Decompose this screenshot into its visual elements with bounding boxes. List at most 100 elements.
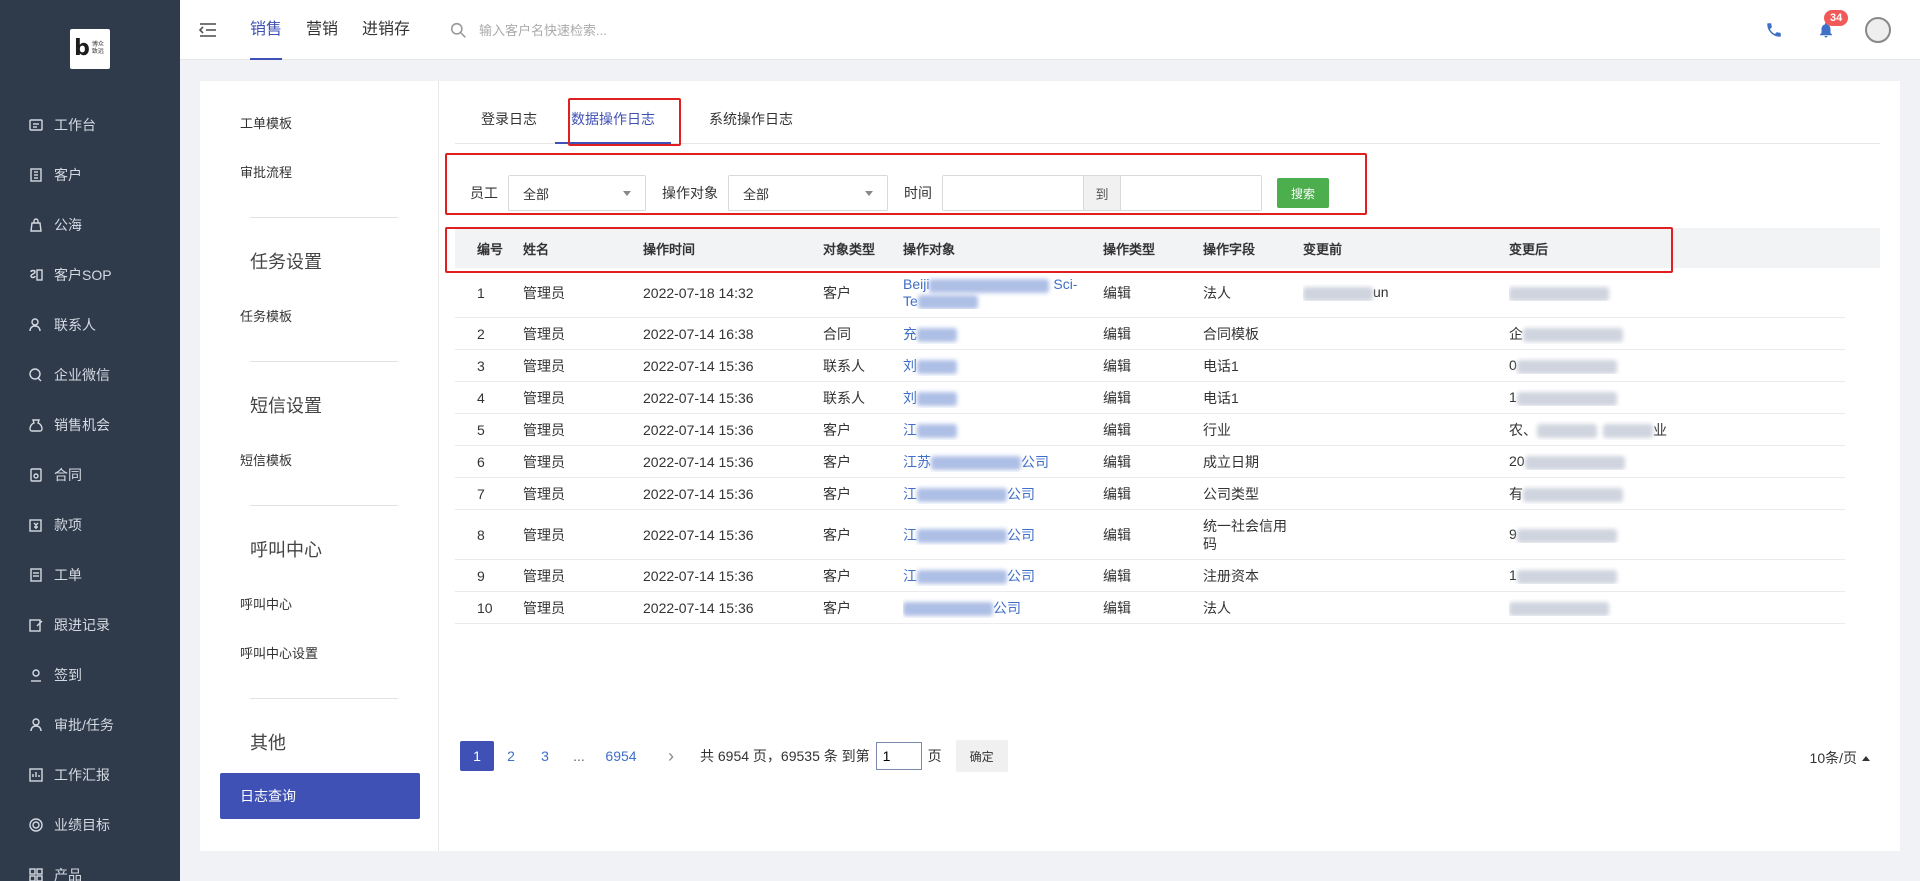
object-link[interactable]: 江苏 — [903, 454, 931, 470]
sidebar-item[interactable]: 业绩目标 — [0, 800, 180, 850]
chevron-down-icon — [865, 190, 873, 196]
object-label: 操作对象 — [662, 185, 718, 201]
sidebar-item[interactable]: 款项 — [0, 500, 180, 550]
object-link[interactable]: 江 — [903, 527, 917, 543]
object-link[interactable]: 江 — [903, 486, 917, 502]
page-size-select[interactable]: 10条/页 — [1810, 748, 1870, 768]
sidebar-item[interactable]: 客户 — [0, 150, 180, 200]
cell-op-type: 编辑 — [1103, 526, 1131, 543]
cell-object: 公司 — [903, 598, 1103, 618]
tab-marketing[interactable]: 营销 — [306, 0, 338, 60]
sidebar-item-label: 公海 — [54, 217, 82, 233]
cell-after: 0 — [1509, 357, 1845, 374]
submenu-log-query[interactable]: 日志查询 — [220, 773, 420, 819]
page-2[interactable]: 2 — [494, 741, 528, 771]
table-row[interactable]: 3 管理员 2022-07-14 15:36 联系人 刘 编辑 电话1 0 — [455, 350, 1845, 382]
object-link[interactable]: 江 — [903, 422, 917, 438]
sidebar-item[interactable]: 审批/任务 — [0, 700, 180, 750]
start-date-input[interactable] — [943, 176, 1083, 210]
user-avatar[interactable] — [1864, 16, 1892, 44]
object-link-tail[interactable]: 公司 — [1007, 486, 1035, 502]
cell-field: 行业 — [1203, 421, 1231, 438]
search-button[interactable]: 搜索 — [1277, 178, 1329, 208]
cell-object: 江 公司 — [903, 525, 1103, 545]
cell-time: 2022-07-14 16:38 — [643, 325, 754, 342]
object-link[interactable]: 刘 — [903, 358, 917, 374]
end-date-input[interactable] — [1121, 176, 1261, 210]
bell-icon[interactable]: 34 — [1812, 10, 1849, 44]
cell-field: 法人 — [1203, 599, 1231, 616]
cell-time: 2022-07-14 15:36 — [643, 526, 754, 543]
submenu-work-order-template[interactable]: 工单模板 — [240, 113, 292, 132]
sidebar-item-label: 产品 — [54, 867, 82, 881]
sidebar-item[interactable]: 公海 — [0, 200, 180, 250]
tab-login-log[interactable]: 登录日志 — [481, 109, 537, 144]
object-link-tail[interactable]: 公司 — [993, 600, 1021, 616]
log-tabs: 登录日志 数据操作日志 系统操作日志 — [455, 81, 1880, 144]
search-input[interactable] — [479, 22, 699, 38]
menu-collapse-icon[interactable] — [198, 20, 218, 40]
submenu-task-template[interactable]: 任务模板 — [240, 306, 292, 325]
cell-field: 法人 — [1203, 284, 1231, 301]
employee-select[interactable]: 全部 — [508, 175, 646, 211]
app-logo[interactable]: b 博众致远 — [70, 29, 110, 69]
object-link-line2[interactable]: Te — [903, 293, 918, 309]
table-row[interactable]: 10 管理员 2022-07-14 15:36 客户 公司 编辑 法人 — [455, 592, 1845, 624]
avatar-icon — [1865, 17, 1891, 43]
cell-object: Beiji Sci- Te — [903, 276, 1103, 309]
page-last[interactable]: 6954 — [596, 741, 646, 771]
tab-data-operation-log[interactable]: 数据操作日志 — [555, 109, 671, 144]
cell-time: 2022-07-14 15:36 — [643, 389, 754, 406]
tab-inventory[interactable]: 进销存 — [362, 0, 410, 60]
object-link-tail[interactable]: 公司 — [1007, 527, 1035, 543]
submenu-call-center[interactable]: 呼叫中心 — [240, 594, 292, 613]
page-3[interactable]: 3 — [528, 741, 562, 771]
sidebar-item[interactable]: 签到 — [0, 650, 180, 700]
submenu-sms-template[interactable]: 短信模板 — [240, 450, 292, 469]
page-jump-confirm-button[interactable]: 确定 — [955, 740, 1008, 772]
sidebar-item[interactable]: 联系人 — [0, 300, 180, 350]
page-1[interactable]: 1 — [460, 741, 494, 771]
object-link[interactable]: Beiji — [903, 276, 929, 292]
table-row[interactable]: 4 管理员 2022-07-14 15:36 联系人 刘 编辑 电话1 1 — [455, 382, 1845, 414]
cell-field: 统一社会信用码 — [1203, 517, 1287, 552]
table-row[interactable]: 1 管理员 2022-07-18 14:32 客户 Beiji Sci- Te 编辑 法人 un — [455, 268, 1845, 318]
cell-field: 注册资本 — [1203, 567, 1259, 584]
cell-op-type: 编辑 — [1103, 284, 1131, 301]
next-page-icon[interactable]: › — [654, 741, 688, 771]
sidebar-item[interactable]: 工作汇报 — [0, 750, 180, 800]
object-link-tail[interactable]: Sci- — [1053, 276, 1077, 292]
object-link-tail[interactable]: 公司 — [1007, 568, 1035, 584]
sidebar-item-label: 跟进记录 — [54, 617, 110, 633]
sidebar-item[interactable]: 客户SOP — [0, 250, 180, 300]
object-link-tail[interactable]: 公司 — [1021, 454, 1049, 470]
object-link[interactable]: 江 — [903, 568, 917, 584]
search-icon — [450, 22, 466, 38]
sidebar-item[interactable]: 企业微信 — [0, 350, 180, 400]
table-row[interactable]: 5 管理员 2022-07-14 15:36 客户 江 编辑 行业 农、 业 — [455, 414, 1845, 446]
submenu-call-center-settings[interactable]: 呼叫中心设置 — [240, 643, 318, 662]
sidebar-item[interactable]: 销售机会 — [0, 400, 180, 450]
page-jump-input[interactable] — [875, 742, 922, 770]
cell-id: 8 — [477, 526, 485, 543]
cell-object-type: 联系人 — [823, 357, 865, 374]
object-select[interactable]: 全部 — [728, 175, 888, 211]
sidebar-item[interactable]: 工作台 — [0, 100, 180, 150]
table-row[interactable]: 6 管理员 2022-07-14 15:36 客户 江苏 公司 编辑 成立日期 20 — [455, 446, 1845, 478]
sidebar-item[interactable]: 合同 — [0, 450, 180, 500]
table-row[interactable]: 2 管理员 2022-07-14 16:38 合同 充 编辑 合同模板 企 — [455, 318, 1845, 350]
sidebar-item[interactable]: 跟进记录 — [0, 600, 180, 650]
sidebar-item[interactable]: 工单 — [0, 550, 180, 600]
divider — [250, 361, 398, 362]
tab-system-operation-log[interactable]: 系统操作日志 — [709, 109, 793, 144]
tab-sales[interactable]: 销售 — [250, 0, 283, 60]
table-row[interactable]: 8 管理员 2022-07-14 15:36 客户 江 公司 编辑 统一社会信用码 9 — [455, 510, 1845, 560]
cell-name: 管理员 — [523, 389, 565, 406]
table-row[interactable]: 7 管理员 2022-07-14 15:36 客户 江 公司 编辑 公司类型 有 — [455, 478, 1845, 510]
submenu-approval-flow[interactable]: 审批流程 — [240, 162, 292, 181]
object-link[interactable]: 刘 — [903, 390, 917, 406]
sidebar-item[interactable]: 产品 — [0, 850, 180, 881]
table-row[interactable]: 9 管理员 2022-07-14 15:36 客户 江 公司 编辑 注册资本 1 — [455, 560, 1845, 592]
object-link[interactable]: 充 — [903, 326, 917, 342]
phone-icon[interactable] — [1760, 16, 1788, 44]
